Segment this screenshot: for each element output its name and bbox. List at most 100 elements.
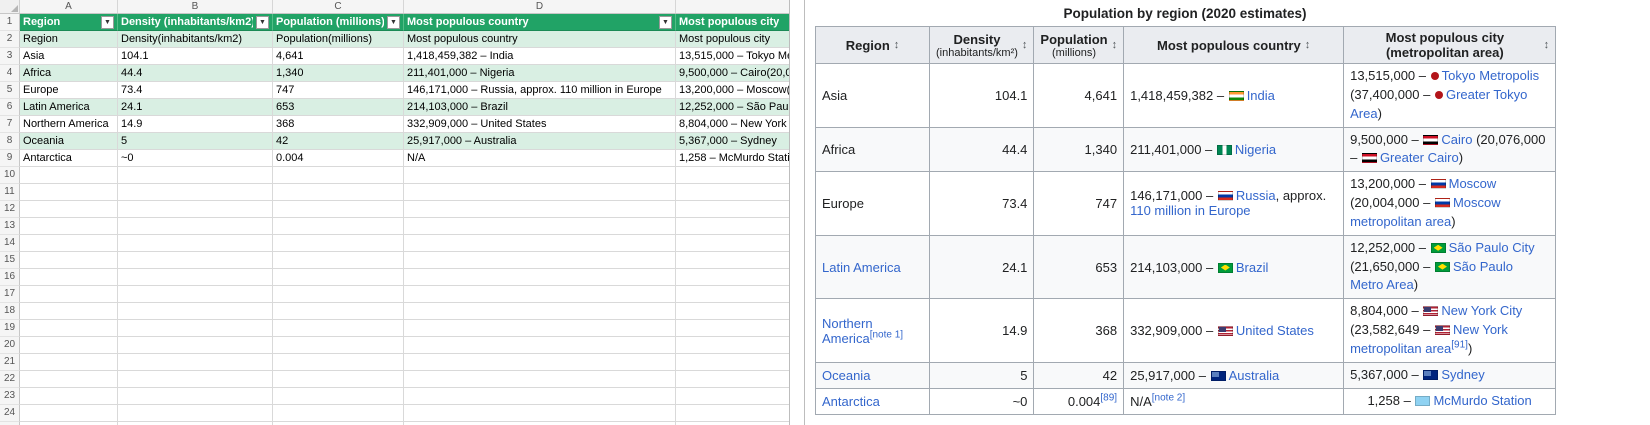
sheet-header-cell[interactable]: Most populous country ▼ [404, 14, 676, 31]
row-number[interactable]: 1 [0, 14, 20, 31]
sheet-cell[interactable]: 5,367,000 – Sydney [676, 133, 790, 150]
region-link[interactable]: Latin America [822, 260, 901, 275]
sheet-cell[interactable] [20, 286, 118, 303]
sheet-cell[interactable]: 42 [273, 133, 404, 150]
header-city[interactable]: Most populous city (metropolitan area)↕ [1344, 27, 1556, 64]
sheet-cell[interactable] [273, 167, 404, 184]
ref-link[interactable]: [89] [1100, 392, 1117, 403]
sheet-cell[interactable] [404, 371, 676, 388]
row-number[interactable]: 16 [0, 269, 20, 286]
sheet-cell[interactable] [676, 371, 790, 388]
region-link[interactable]: Oceania [822, 368, 870, 383]
row-number[interactable]: 4 [0, 65, 20, 82]
sheet-cell[interactable] [273, 269, 404, 286]
sheet-cell[interactable]: 5 [118, 133, 273, 150]
sheet-cell[interactable]: Latin America [20, 99, 118, 116]
sheet-cell[interactable] [676, 201, 790, 218]
sheet-cell[interactable]: Population(millions) [273, 31, 404, 48]
filter-button[interactable]: ▼ [101, 16, 114, 29]
sheet-cell[interactable] [20, 405, 118, 422]
row-number[interactable]: 5 [0, 82, 20, 99]
sheet-cell[interactable] [20, 252, 118, 269]
row-number[interactable]: 23 [0, 388, 20, 405]
sheet-cell[interactable] [273, 235, 404, 252]
row-number[interactable]: 11 [0, 184, 20, 201]
row-number[interactable]: 9 [0, 150, 20, 167]
sheet-cell[interactable]: Region [20, 31, 118, 48]
sheet-cell[interactable]: 747 [273, 82, 404, 99]
sheet-cell[interactable] [404, 337, 676, 354]
city-link[interactable]: Sydney [1441, 367, 1484, 382]
sheet-cell[interactable] [118, 269, 273, 286]
sheet-cell[interactable] [273, 201, 404, 218]
sheet-cell[interactable] [118, 337, 273, 354]
sheet-cell[interactable]: Europe [20, 82, 118, 99]
sheet-cell[interactable]: Africa [20, 65, 118, 82]
city-link[interactable]: McMurdo Station [1433, 393, 1531, 408]
sheet-cell[interactable] [273, 303, 404, 320]
row-number[interactable]: 20 [0, 337, 20, 354]
sheet-cell[interactable]: Oceania [20, 133, 118, 150]
sheet-cell[interactable]: 1,340 [273, 65, 404, 82]
row-number[interactable]: 2 [0, 31, 20, 48]
sheet-cell[interactable] [404, 388, 676, 405]
sheet-cell[interactable] [676, 337, 790, 354]
sheet-cell[interactable]: 211,401,000 – Nigeria [404, 65, 676, 82]
filter-button[interactable]: ▼ [256, 16, 269, 29]
sheet-cell[interactable] [404, 303, 676, 320]
sheet-cell[interactable]: Most populous city [676, 31, 790, 48]
country-link[interactable]: India [1247, 88, 1275, 103]
sheet-header-cell[interactable]: Density (inhabitants/km2) ▼ [118, 14, 273, 31]
sheet-cell[interactable]: 44.4 [118, 65, 273, 82]
sheet-cell[interactable] [20, 269, 118, 286]
sort-icon[interactable]: ↕ [1022, 39, 1028, 51]
sheet-cell[interactable]: 368 [273, 116, 404, 133]
sheet-cell[interactable] [118, 184, 273, 201]
country-link[interactable]: United States [1236, 323, 1314, 338]
sheet-cell[interactable] [404, 201, 676, 218]
sheet-header-cell[interactable]: Most populous city ▼ [676, 14, 790, 31]
column-letter-c[interactable]: C [273, 0, 404, 13]
row-number[interactable]: 14 [0, 235, 20, 252]
sheet-cell[interactable] [676, 388, 790, 405]
sheet-cell[interactable] [676, 286, 790, 303]
region-link[interactable]: Antarctica [822, 394, 880, 409]
country-link[interactable]: Brazil [1236, 260, 1269, 275]
sheet-cell[interactable]: Most populous country [404, 31, 676, 48]
sheet-cell[interactable] [118, 218, 273, 235]
sheet-cell[interactable] [273, 337, 404, 354]
sheet-cell[interactable] [20, 320, 118, 337]
sheet-cell[interactable] [20, 235, 118, 252]
sheet-cell[interactable] [20, 337, 118, 354]
sheet-cell[interactable] [20, 167, 118, 184]
sheet-cell[interactable] [118, 201, 273, 218]
city-link[interactable]: São Paulo City [1449, 240, 1535, 255]
sheet-cell[interactable]: 1,258 – McMurdo Station [676, 150, 790, 167]
filter-button[interactable]: ▼ [659, 16, 672, 29]
sheet-cell[interactable] [20, 303, 118, 320]
sheet-cell[interactable] [273, 286, 404, 303]
filter-button[interactable]: ▼ [387, 16, 400, 29]
sheet-cell[interactable] [118, 320, 273, 337]
sheet-cell[interactable]: 25,917,000 – Australia [404, 133, 676, 150]
sheet-cell[interactable]: Northern America [20, 116, 118, 133]
sheet-cell[interactable] [20, 218, 118, 235]
sheet-cell[interactable] [273, 388, 404, 405]
sheet-cell[interactable] [404, 218, 676, 235]
sheet-cell[interactable] [676, 235, 790, 252]
header-population[interactable]: Population(millions) ↕ [1034, 27, 1124, 64]
sheet-cell[interactable] [404, 405, 676, 422]
sheet-cell[interactable] [676, 218, 790, 235]
sheet-cell[interactable] [118, 252, 273, 269]
sheet-cell[interactable] [273, 371, 404, 388]
metro-link[interactable]: Greater Cairo [1380, 150, 1459, 165]
sheet-cell[interactable] [118, 405, 273, 422]
sheet-cell[interactable]: 8,804,000 – New York City(23,582,649 – N… [676, 116, 790, 133]
row-number[interactable]: 17 [0, 286, 20, 303]
sheet-cell[interactable]: 13,200,000 – Moscow(20,004,000 – Moscow … [676, 82, 790, 99]
column-letter-d[interactable]: D [404, 0, 676, 13]
region-link[interactable]: Northern America [822, 316, 873, 346]
sheet-cell[interactable]: 0.004 [273, 150, 404, 167]
column-letter-a[interactable]: A [20, 0, 118, 13]
sheet-cell[interactable] [118, 235, 273, 252]
